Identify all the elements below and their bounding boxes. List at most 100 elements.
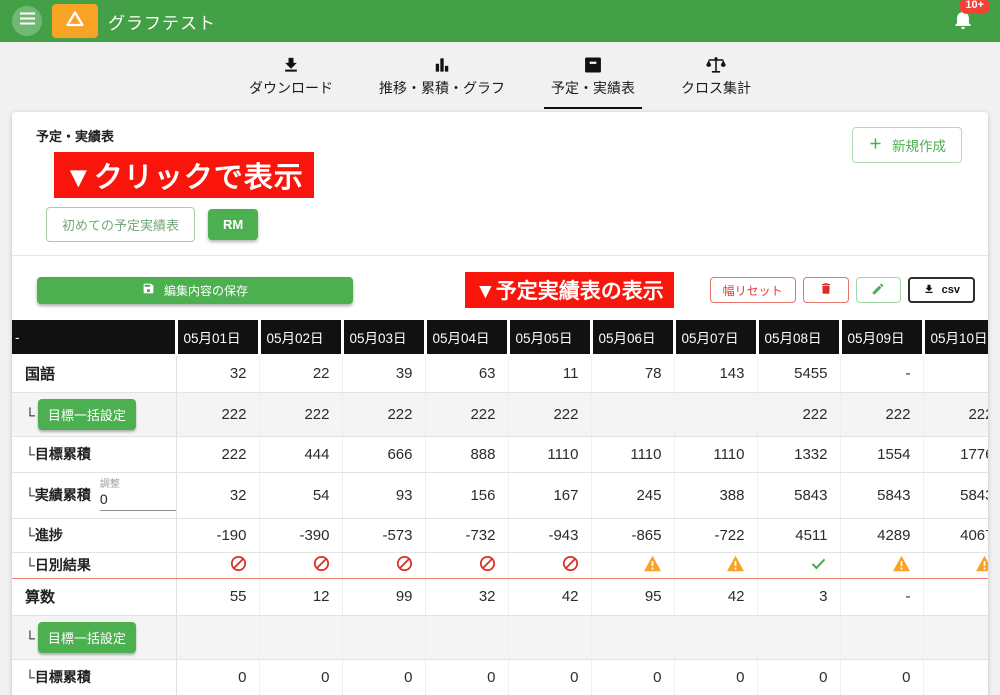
result-cell: [342, 552, 426, 579]
tab-cross-tab[interactable]: クロス集計: [674, 53, 758, 109]
delete-button[interactable]: [802, 277, 849, 303]
result-label-cell: └日別結果: [12, 552, 177, 579]
daily-value-cell[interactable]: 42: [674, 578, 758, 616]
goal-cum-cell: 444: [259, 436, 343, 473]
daily-value-cell[interactable]: -: [840, 355, 924, 393]
goal-cum-cell: 1554: [840, 436, 924, 473]
date-header-cell[interactable]: 05月07日: [674, 320, 759, 356]
tree-prefix: └: [25, 629, 35, 646]
goal-value-cell[interactable]: 222: [425, 392, 509, 437]
daily-value-cell[interactable]: 11: [508, 355, 592, 393]
goal-value-cell[interactable]: [508, 615, 592, 660]
goal-value-cell[interactable]: 222: [923, 392, 988, 437]
table-row: └目標累積 0 0 0 0 0 0 0 0 0: [12, 659, 988, 695]
edit-button[interactable]: [855, 277, 901, 303]
date-header-cell[interactable]: 05月02日: [259, 320, 344, 356]
daily-value-cell[interactable]: 55: [176, 578, 260, 616]
result-cell: [840, 552, 924, 579]
goal-cum-cell: 0: [342, 659, 426, 695]
date-header-cell[interactable]: 05月10日: [923, 320, 988, 356]
prohibited-icon: [396, 555, 413, 576]
goal-value-cell[interactable]: [176, 615, 260, 660]
goal-value-cell[interactable]: 222: [342, 392, 426, 437]
date-header-cell[interactable]: 05月05日: [508, 320, 593, 356]
hamburger-menu-button[interactable]: [12, 6, 42, 36]
daily-value-cell[interactable]: 143: [674, 355, 758, 393]
width-reset-button[interactable]: 幅リセット: [709, 277, 796, 303]
daily-value-cell[interactable]: 12: [259, 578, 343, 616]
goal-value-cell[interactable]: [674, 392, 758, 437]
goal-value-cell[interactable]: [342, 615, 426, 660]
goal-bulk-label-cell: └ 目標一括設定: [12, 615, 177, 660]
goal-value-cell[interactable]: [425, 615, 509, 660]
schedule-table-wrap[interactable]: -05月01日 05月02日 05月03日 05月04日 05月05日 05月06日 05月…: [12, 320, 988, 695]
daily-value-cell[interactable]: [923, 578, 988, 616]
new-create-label: 新規作成: [892, 139, 946, 154]
date-header-cell[interactable]: 05月06日: [591, 320, 676, 356]
notifications-button[interactable]: 10+: [952, 0, 990, 36]
goal-value-cell[interactable]: [757, 615, 841, 660]
goal-value-cell[interactable]: [591, 615, 675, 660]
toolbar: 編集内容の保存 ▼予定実績表の表示 幅リセット csv: [37, 272, 975, 308]
goal-value-cell[interactable]: 222: [508, 392, 592, 437]
app-logo-button[interactable]: [52, 4, 98, 38]
actual-cum-cell: 245: [591, 472, 675, 519]
date-header-cell[interactable]: 05月04日: [425, 320, 510, 356]
csv-download-button[interactable]: csv: [907, 277, 975, 303]
goal-bulk-label-cell: └ 目標一括設定: [12, 392, 177, 437]
daily-value-cell[interactable]: 42: [508, 578, 592, 616]
date-header-cell[interactable]: 05月08日: [757, 320, 842, 356]
daily-value-cell[interactable]: -: [840, 578, 924, 616]
date-header-cell[interactable]: 05月09日: [840, 320, 925, 356]
progress-cell: -190: [176, 518, 260, 553]
daily-value-cell[interactable]: 32: [425, 578, 509, 616]
daily-value-cell[interactable]: 78: [591, 355, 675, 393]
tab-schedule-table[interactable]: 予定・実績表: [544, 53, 642, 109]
goal-bulk-set-button[interactable]: 目標一括設定: [37, 621, 136, 653]
tab-download[interactable]: ダウンロード: [242, 53, 340, 109]
goal-value-cell[interactable]: 222: [840, 392, 924, 437]
adjust-input[interactable]: 調整 0: [99, 479, 175, 511]
daily-value-cell[interactable]: 63: [425, 355, 509, 393]
result-cell: [259, 552, 343, 579]
goal-value-cell[interactable]: 222: [176, 392, 260, 437]
check-icon: [809, 556, 828, 575]
goal-value-cell[interactable]: [840, 615, 924, 660]
adjust-value: 0: [99, 491, 108, 508]
tab-label: クロス集計: [681, 80, 751, 96]
prohibited-icon: [313, 555, 330, 576]
rm-table-button[interactable]: RM: [208, 209, 259, 240]
daily-value-cell[interactable]: 95: [591, 578, 675, 616]
tab-transition-graph[interactable]: 推移・累積・グラフ: [372, 53, 512, 109]
warning-icon: [643, 555, 662, 576]
daily-value-cell[interactable]: 22: [259, 355, 343, 393]
first-schedule-table-button[interactable]: 初めての予定実績表: [46, 207, 196, 242]
goal-bulk-set-button[interactable]: 目標一括設定: [37, 398, 136, 430]
divider: [12, 255, 988, 256]
goal-value-cell[interactable]: 222: [259, 392, 343, 437]
goal-value-cell[interactable]: [591, 392, 675, 437]
table-corner-cell[interactable]: -: [12, 320, 178, 356]
goal-cum-cell: 666: [342, 436, 426, 473]
tab-label: ダウンロード: [249, 80, 333, 96]
tab-label: 推移・累積・グラフ: [379, 80, 505, 96]
tab-label: 予定・実績表: [551, 80, 635, 96]
new-create-button[interactable]: 新規作成: [852, 127, 962, 163]
goal-cum-cell: [923, 659, 988, 695]
scale-icon: [705, 53, 727, 75]
daily-value-cell[interactable]: 32: [176, 355, 260, 393]
goal-value-cell[interactable]: 222: [757, 392, 841, 437]
goal-value-cell[interactable]: [923, 615, 988, 660]
daily-value-cell[interactable]: 3: [757, 578, 841, 616]
download-icon: [281, 53, 301, 75]
prohibited-icon: [562, 555, 579, 576]
goal-value-cell[interactable]: [259, 615, 343, 660]
goal-value-cell[interactable]: [674, 615, 758, 660]
daily-value-cell[interactable]: [923, 355, 988, 393]
date-header-cell[interactable]: 05月03日: [342, 320, 427, 356]
daily-value-cell[interactable]: 39: [342, 355, 426, 393]
daily-value-cell[interactable]: 99: [342, 578, 426, 616]
daily-value-cell[interactable]: 5455: [757, 355, 841, 393]
date-header-cell[interactable]: 05月01日: [176, 320, 261, 356]
save-edits-button[interactable]: 編集内容の保存: [37, 276, 353, 304]
